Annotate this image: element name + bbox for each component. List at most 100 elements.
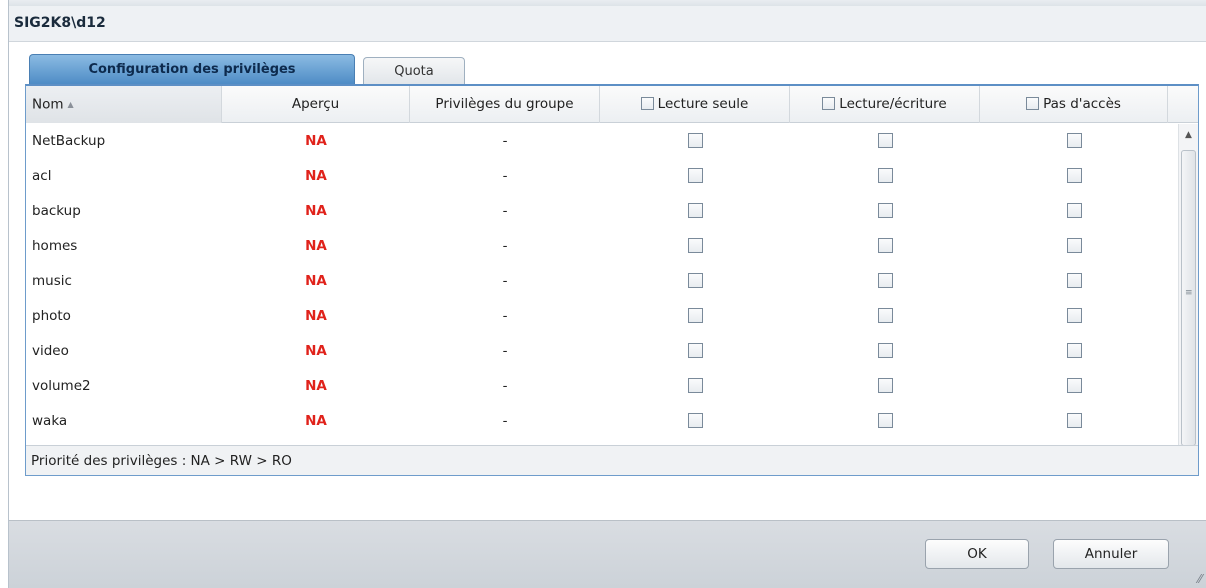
read-write-cell	[790, 124, 980, 159]
table-row[interactable]: homes NA -	[26, 229, 1178, 264]
column-header-group[interactable]: Privilèges du groupe	[410, 86, 600, 123]
read-only-checkbox[interactable]	[687, 133, 703, 148]
no-access-checkbox[interactable]	[1066, 203, 1082, 218]
dialog-window: SIG2K8\d12 Configuration des privilèges …	[8, 0, 1206, 588]
column-group-label: Privilèges du groupe	[435, 96, 574, 112]
preview-value: NA	[305, 203, 327, 219]
preview-value: NA	[305, 308, 327, 324]
read-write-checkbox[interactable]	[877, 133, 893, 148]
no-access-checkbox[interactable]	[1066, 308, 1082, 323]
read-write-cell	[790, 264, 980, 299]
column-header-name[interactable]: Nom ▲	[26, 86, 222, 123]
read-only-checkbox[interactable]	[687, 168, 703, 183]
no-access-checkbox[interactable]	[1066, 238, 1082, 253]
scroll-up-icon[interactable]: ▲	[1179, 124, 1198, 146]
preview-value: NA	[305, 133, 327, 149]
read-write-cell	[790, 299, 980, 334]
share-name: volume2	[32, 378, 91, 394]
no-access-cell	[980, 404, 1168, 439]
read-only-checkbox[interactable]	[687, 343, 703, 358]
select-all-no-access-checkbox[interactable]	[1026, 96, 1040, 110]
select-all-read-only-checkbox[interactable]	[640, 96, 654, 110]
table-row[interactable]: video NA -	[26, 334, 1178, 369]
group-privilege-value: -	[502, 343, 508, 359]
read-write-checkbox[interactable]	[877, 378, 893, 393]
no-access-cell	[980, 229, 1168, 264]
read-write-checkbox[interactable]	[877, 343, 893, 358]
column-no-access-label: Pas d'accès	[1043, 96, 1121, 112]
group-privilege-value: -	[502, 168, 508, 184]
scrollbar-thumb[interactable]: ≡	[1181, 150, 1196, 446]
share-name: waka	[32, 413, 68, 429]
share-name: music	[32, 273, 72, 289]
privileges-grid: Nom ▲ Aperçu Privilèges du groupe Lecture…	[25, 84, 1199, 476]
no-access-cell	[980, 334, 1168, 369]
column-header-read-write: Lecture/écriture	[790, 86, 980, 123]
read-write-cell	[790, 194, 980, 229]
tab-privileges[interactable]: Configuration des privilèges	[29, 54, 355, 84]
read-write-checkbox[interactable]	[877, 238, 893, 253]
no-access-checkbox[interactable]	[1066, 413, 1082, 428]
cancel-button[interactable]: Annuler	[1053, 539, 1169, 569]
vertical-scrollbar[interactable]: ▲ ≡ ▼	[1178, 124, 1198, 470]
read-only-cell	[600, 299, 790, 334]
group-privilege-value: -	[502, 413, 508, 429]
read-only-checkbox[interactable]	[687, 413, 703, 428]
table-row[interactable]: photo NA -	[26, 299, 1178, 334]
preview-value: NA	[305, 238, 327, 254]
read-only-cell	[600, 369, 790, 404]
read-write-checkbox[interactable]	[877, 203, 893, 218]
ok-button[interactable]: OK	[925, 539, 1029, 569]
share-name: homes	[32, 238, 78, 254]
grid-header: Nom ▲ Aperçu Privilèges du groupe Lecture…	[26, 86, 1198, 123]
no-access-cell	[980, 124, 1168, 159]
group-privilege-value: -	[502, 238, 508, 254]
table-row[interactable]: NetBackup NA -	[26, 124, 1178, 159]
no-access-checkbox[interactable]	[1066, 378, 1082, 393]
group-privilege-value: -	[502, 133, 508, 149]
column-preview-label: Aperçu	[291, 96, 340, 112]
read-write-cell	[790, 229, 980, 264]
select-all-read-write-checkbox[interactable]	[822, 96, 836, 110]
read-only-cell	[600, 194, 790, 229]
read-write-checkbox[interactable]	[877, 168, 893, 183]
column-read-write-label: Lecture/écriture	[839, 96, 947, 112]
group-privilege-value: -	[502, 378, 508, 394]
read-only-cell	[600, 159, 790, 194]
read-only-checkbox[interactable]	[687, 273, 703, 288]
no-access-checkbox[interactable]	[1066, 343, 1082, 358]
read-write-checkbox[interactable]	[877, 308, 893, 323]
table-row[interactable]: music NA -	[26, 264, 1178, 299]
read-only-checkbox[interactable]	[687, 308, 703, 323]
read-only-cell	[600, 334, 790, 369]
title-bar: SIG2K8\d12	[9, 6, 1206, 42]
no-access-checkbox[interactable]	[1066, 133, 1082, 148]
column-header-preview[interactable]: Aperçu	[222, 86, 410, 123]
read-only-checkbox[interactable]	[687, 238, 703, 253]
table-row[interactable]: waka NA -	[26, 404, 1178, 439]
read-write-checkbox[interactable]	[877, 413, 893, 428]
no-access-checkbox[interactable]	[1066, 273, 1082, 288]
group-privilege-value: -	[502, 203, 508, 219]
read-only-cell	[600, 229, 790, 264]
resize-grip-icon[interactable]: ⁄⁄	[1198, 572, 1202, 586]
preview-value: NA	[305, 413, 327, 429]
no-access-checkbox[interactable]	[1066, 168, 1082, 183]
read-write-checkbox[interactable]	[877, 273, 893, 288]
read-write-cell	[790, 334, 980, 369]
share-name: acl	[32, 168, 52, 184]
table-row[interactable]: acl NA -	[26, 159, 1178, 194]
tab-quota[interactable]: Quota	[363, 57, 465, 84]
no-access-cell	[980, 194, 1168, 229]
column-name-label: Nom	[32, 96, 64, 113]
read-only-checkbox[interactable]	[687, 203, 703, 218]
button-bar: OK Annuler ⁄⁄	[9, 520, 1206, 588]
column-header-no-access: Pas d'accès	[980, 86, 1168, 123]
group-privilege-value: -	[502, 308, 508, 324]
table-row[interactable]: volume2 NA -	[26, 369, 1178, 404]
read-write-cell	[790, 404, 980, 439]
share-name: photo	[32, 308, 71, 324]
table-row[interactable]: backup NA -	[26, 194, 1178, 229]
no-access-cell	[980, 159, 1168, 194]
read-only-checkbox[interactable]	[687, 378, 703, 393]
